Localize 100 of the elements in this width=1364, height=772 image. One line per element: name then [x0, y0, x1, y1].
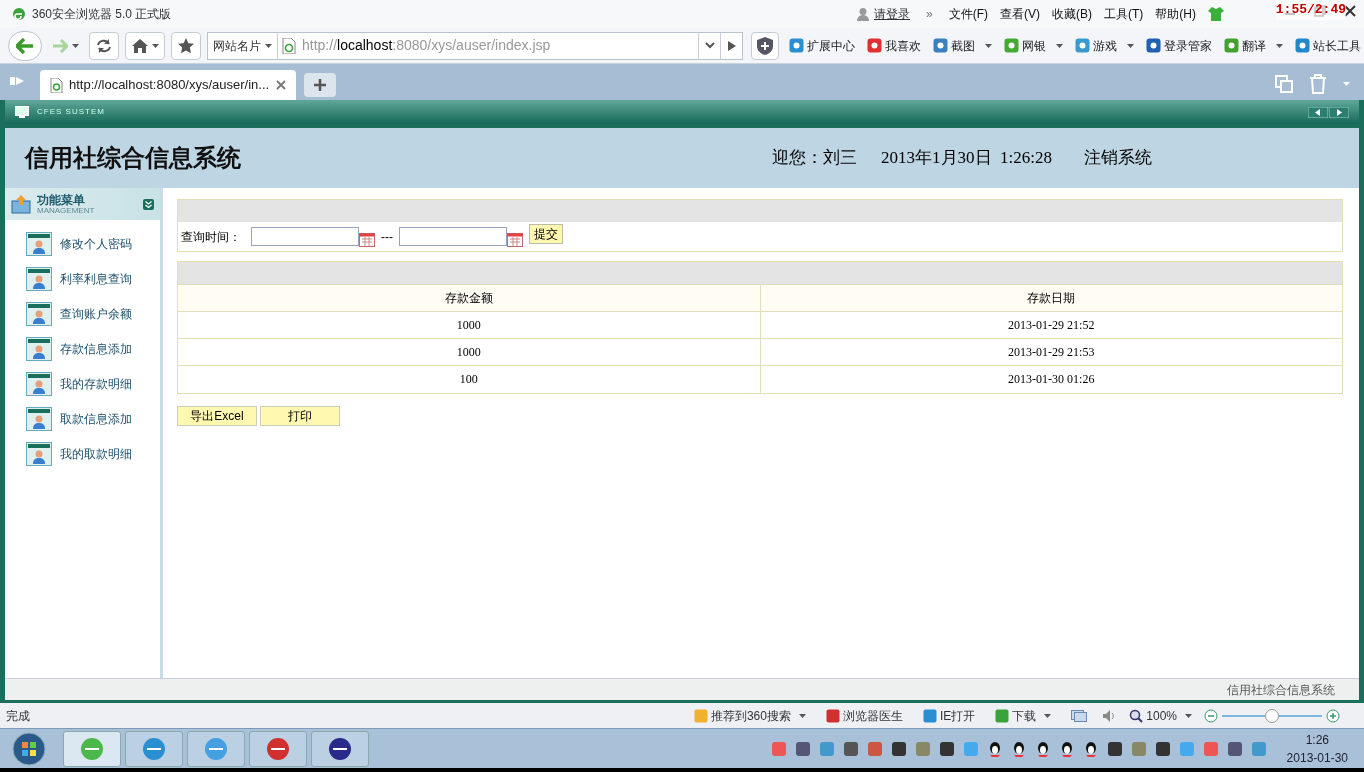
back-button[interactable]	[8, 30, 42, 61]
trash-icon	[1309, 74, 1327, 94]
more-button[interactable]: »	[922, 5, 937, 23]
menu-item[interactable]: 文件(F)	[948, 5, 988, 23]
menu-item[interactable]: 工具(T)	[1104, 5, 1144, 23]
user-card-icon	[26, 267, 52, 291]
table-cell: 2013-01-29 21:53	[760, 338, 1342, 366]
caret-icon	[265, 43, 272, 48]
home-button[interactable]	[125, 31, 165, 60]
shield-button[interactable]	[751, 31, 779, 60]
caret-icon	[1343, 82, 1350, 86]
address-bar[interactable]: 网站名片 http://localhost:8080/xys/auser/index.jsp	[207, 31, 743, 60]
menu-item[interactable]: 我的取款明细	[26, 442, 160, 466]
caret-icon	[1276, 43, 1283, 48]
user-card-icon	[26, 302, 52, 326]
zoom-out-icon	[1204, 708, 1218, 723]
status-text: 完成	[6, 707, 30, 725]
tray-icon	[1154, 740, 1171, 757]
menu-item[interactable]: 存款信息添加	[26, 337, 160, 361]
column-header: 存款金额	[178, 284, 760, 312]
app-icon	[922, 708, 937, 723]
action-button[interactable]: 导出Excel	[177, 405, 257, 426]
tray-icon	[818, 740, 835, 757]
table-cell: 1000	[178, 338, 760, 366]
toolbar-button[interactable]: 截图	[931, 31, 994, 60]
status-button[interactable]: 下载	[995, 706, 1052, 725]
menu-item[interactable]: 收藏(B)	[1052, 5, 1092, 23]
date-field[interactable]	[399, 227, 507, 246]
app-icon	[825, 708, 840, 723]
shirt-icon	[1208, 7, 1224, 21]
slider-thumb[interactable]	[1265, 708, 1279, 723]
greeting-text: 迎您：刘三	[772, 147, 857, 170]
page-icon	[50, 77, 63, 93]
shield-icon	[757, 36, 773, 55]
site-card-button[interactable]: 网站名片	[208, 32, 278, 59]
app-icon	[693, 708, 708, 723]
app-icon	[1295, 38, 1310, 53]
toolbar-button[interactable]: 扩展中心	[787, 31, 857, 60]
status-button[interactable]: IE打开	[922, 706, 976, 725]
tray-icon	[1226, 740, 1243, 757]
action-button[interactable]: 打印	[260, 405, 340, 426]
new-tab-button[interactable]	[304, 73, 336, 97]
app-icon	[933, 38, 948, 53]
status-button[interactable]: 浏览器医生	[825, 706, 903, 725]
app-icon	[995, 708, 1010, 723]
caret-icon	[1127, 43, 1134, 48]
menu-item[interactable]: 查看(V)	[1000, 5, 1040, 23]
windows-icon	[1275, 75, 1293, 93]
toolbar-button[interactable]: 登录管家	[1144, 31, 1214, 60]
url-text: http://localhost:8080/xys/auser/index.jsp	[302, 36, 551, 55]
submit-button[interactable]: 提交	[529, 223, 563, 244]
plus-icon	[313, 78, 327, 92]
tray-icon	[842, 740, 859, 757]
column-header: 存款日期	[760, 284, 1342, 312]
magnifier-icon	[1129, 708, 1144, 723]
table-cell: 2013-01-29 21:52	[760, 311, 1342, 339]
menu-item[interactable]: 利率利息查询	[26, 267, 160, 291]
forward-arrow-icon	[52, 38, 68, 53]
logout-link[interactable]: 注销系统	[1083, 145, 1152, 171]
user-card-icon	[26, 232, 52, 256]
browser-logo-icon	[12, 7, 26, 21]
caret-icon	[798, 713, 806, 718]
menu-item[interactable]: 取款信息添加	[26, 407, 160, 431]
toolbar-button[interactable]: 我喜欢	[865, 31, 923, 60]
refresh-button[interactable]	[89, 31, 119, 60]
login-link[interactable]: 请登录	[874, 5, 910, 23]
menu-item[interactable]: 帮助(H)	[1155, 5, 1196, 23]
windows-icon	[1071, 709, 1088, 722]
home-icon	[131, 38, 148, 53]
toolbar-button[interactable]: 游戏	[1073, 31, 1136, 60]
tray-icon	[866, 740, 883, 757]
field-label: 查询时间：	[181, 228, 241, 246]
taskbar-button[interactable]	[311, 730, 369, 767]
app-icon	[265, 735, 291, 762]
app-icon	[1146, 38, 1161, 53]
toolbar-button[interactable]: 网银	[1002, 31, 1065, 60]
status-button[interactable]: 推荐到360搜索	[693, 706, 806, 725]
left-arrow-icon	[1308, 106, 1328, 118]
date-field[interactable]	[251, 227, 359, 246]
menu-item[interactable]: 我的存款明细	[26, 372, 160, 396]
favorite-button[interactable]	[171, 31, 201, 60]
tab-title: http://localhost:8080/xys/auser/in...	[69, 76, 270, 95]
right-arrow-icon	[1329, 106, 1349, 118]
separator-text: ---	[381, 228, 393, 246]
zoom-slider[interactable]	[1222, 708, 1322, 723]
taskbar-button[interactable]	[249, 730, 307, 767]
tray-icon	[1178, 740, 1195, 757]
zoom-button[interactable]: 100%	[1129, 706, 1192, 725]
back-arrow-icon	[16, 37, 34, 54]
app-icon	[1224, 38, 1239, 53]
caret-icon	[1185, 713, 1192, 718]
app-icon	[789, 38, 804, 53]
menu-item[interactable]: 查询账户余额	[26, 302, 160, 326]
menu-item[interactable]: 修改个人密码	[26, 232, 160, 256]
caret-icon	[1044, 713, 1052, 718]
toolbar-button[interactable]: 站长工具	[1293, 31, 1363, 60]
browser-tab[interactable]: http://localhost:8080/xys/auser/in...	[40, 70, 296, 100]
app-icon	[79, 735, 105, 762]
toolbar-button[interactable]: 翻译	[1222, 31, 1285, 60]
caret-icon	[985, 43, 992, 48]
